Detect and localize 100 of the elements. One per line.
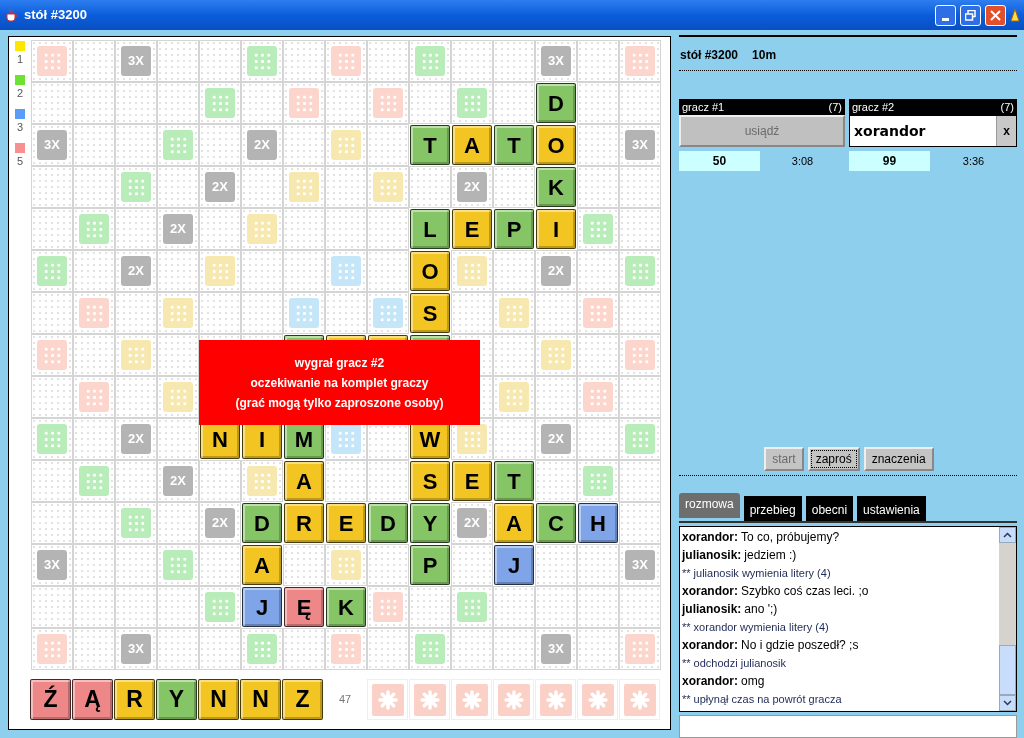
letter-tile: O xyxy=(410,251,450,291)
multiplier-square: 2X xyxy=(247,130,277,160)
chat-author: xorandor: xyxy=(682,529,738,546)
multiplier-square: 3X xyxy=(37,550,67,580)
multiplier-square: 3X xyxy=(541,634,571,664)
chat-event: ** upłynął czas na powrót gracza xyxy=(682,692,842,707)
letter-tile: I xyxy=(536,209,576,249)
letter-tile: O xyxy=(536,125,576,165)
letter-tile: D xyxy=(368,503,408,543)
chat-message: jedziem :) xyxy=(744,547,797,564)
score: 50 xyxy=(679,151,760,171)
multiplier-square: 2X xyxy=(121,424,151,454)
multiplier-square: 2X xyxy=(163,214,193,244)
letter-tile: H xyxy=(578,503,618,543)
scroll-up-button[interactable] xyxy=(999,527,1016,543)
letter-tile[interactable]: R xyxy=(114,679,155,720)
letter-tile: A xyxy=(452,125,492,165)
minimize-icon xyxy=(942,17,949,21)
letter-tile[interactable]: Ą xyxy=(72,679,113,720)
chat-tab[interactable]: obecni xyxy=(805,496,854,521)
letter-tile: T xyxy=(410,125,450,165)
chat-message: To co, próbujemy? xyxy=(741,529,840,546)
asterisk-icon xyxy=(587,689,608,710)
letter-tile: T xyxy=(494,125,534,165)
letter-tile[interactable]: Z xyxy=(282,679,323,720)
scrollbar[interactable] xyxy=(999,527,1016,711)
scroll-down-button[interactable] xyxy=(999,695,1016,711)
multiplier-square: 3X xyxy=(625,130,655,160)
chat-tab[interactable]: ustawienia xyxy=(857,496,926,521)
notice-line: wygrał gracz #2 xyxy=(294,355,385,370)
table-name: stół #3200 xyxy=(680,47,739,64)
close-button[interactable] xyxy=(985,4,1006,26)
asterisk-icon xyxy=(503,689,524,710)
chat-input[interactable] xyxy=(679,715,1017,738)
alert-icon xyxy=(1010,8,1020,22)
board-square xyxy=(73,586,115,628)
multiplier-square: 3X xyxy=(37,130,67,160)
restore-icon xyxy=(965,9,976,21)
close-icon xyxy=(990,9,1001,21)
letter-tile[interactable]: N xyxy=(240,679,281,720)
scroll-thumb[interactable] xyxy=(999,645,1016,695)
multiplier-square: 2X xyxy=(541,256,571,286)
chat-event: ** julianosik wymienia litery (4) xyxy=(682,566,831,581)
notice-line: (grać mogą tylko zaproszone osoby) xyxy=(235,395,444,410)
letter-tile: E xyxy=(452,209,492,249)
chat-tab[interactable]: przebieg xyxy=(743,496,802,521)
letter-tile: D xyxy=(242,503,282,543)
action-button[interactable]: zaproś xyxy=(807,447,860,471)
minimize-button[interactable] xyxy=(935,4,956,26)
letter-tile: C xyxy=(536,503,576,543)
letter-tile: P xyxy=(410,545,450,585)
multiplier-square: 3X xyxy=(625,550,655,580)
letter-tile: R xyxy=(284,503,324,543)
letter-tile: P xyxy=(494,209,534,249)
asterisk-icon xyxy=(461,689,482,710)
time-limit: 10m xyxy=(752,47,777,64)
cup-icon xyxy=(4,7,20,23)
letter-tile: Ę xyxy=(284,587,324,627)
chat-author: julianosik: xyxy=(682,547,742,564)
multiplier-square: 2X xyxy=(205,508,235,538)
multiplier-square: 3X xyxy=(121,634,151,664)
legend-label: 5 xyxy=(16,155,24,167)
player-slot-label: gracz #1 xyxy=(682,99,725,115)
chat-tab[interactable]: rozmowa xyxy=(679,493,740,518)
asterisk-icon xyxy=(419,689,440,710)
legend-label: 3 xyxy=(16,121,24,133)
letter-tile[interactable]: Ź xyxy=(30,679,71,720)
legend-label: 2 xyxy=(16,87,24,99)
player-clock: 3:08 xyxy=(790,153,815,169)
multiplier-square: 2X xyxy=(457,508,487,538)
legend-label: 1 xyxy=(16,53,24,65)
player-clock: 3:36 xyxy=(961,153,986,169)
player-slot-label: gracz #2 xyxy=(852,99,895,115)
chat-message: omg xyxy=(741,673,765,690)
chat-event: ** odchodzi julianosik xyxy=(682,656,786,671)
chat-event: ** xorandor wymienia litery (4) xyxy=(682,620,829,635)
notice-line: oczekiwanie na komplet graczy xyxy=(250,375,429,390)
board-square xyxy=(73,82,115,124)
letter-tile[interactable]: N xyxy=(198,679,239,720)
letter-tile: K xyxy=(536,167,576,207)
multiplier-square: 3X xyxy=(541,46,571,76)
letter-tile: Y xyxy=(410,503,450,543)
player-name-field: xorandor x xyxy=(849,115,1017,147)
chat-author: xorandor: xyxy=(682,583,738,600)
tile-count: (7) xyxy=(1000,99,1014,115)
kick-button[interactable]: x xyxy=(996,116,1016,146)
letter-tile: A xyxy=(242,545,282,585)
asterisk-icon xyxy=(629,689,650,710)
board-square xyxy=(577,586,619,628)
letter-tile: T xyxy=(494,461,534,501)
multiplier-square: 2X xyxy=(163,466,193,496)
letter-tile: E xyxy=(326,503,366,543)
letter-tile: S xyxy=(410,461,450,501)
action-button[interactable]: znaczenia xyxy=(863,447,934,471)
letter-tile: E xyxy=(452,461,492,501)
chat-author: xorandor: xyxy=(682,637,738,654)
tile-count: (7) xyxy=(828,99,842,115)
restore-button[interactable] xyxy=(960,4,981,26)
letter-tile[interactable]: Y xyxy=(156,679,197,720)
letter-tile: D xyxy=(536,83,576,123)
